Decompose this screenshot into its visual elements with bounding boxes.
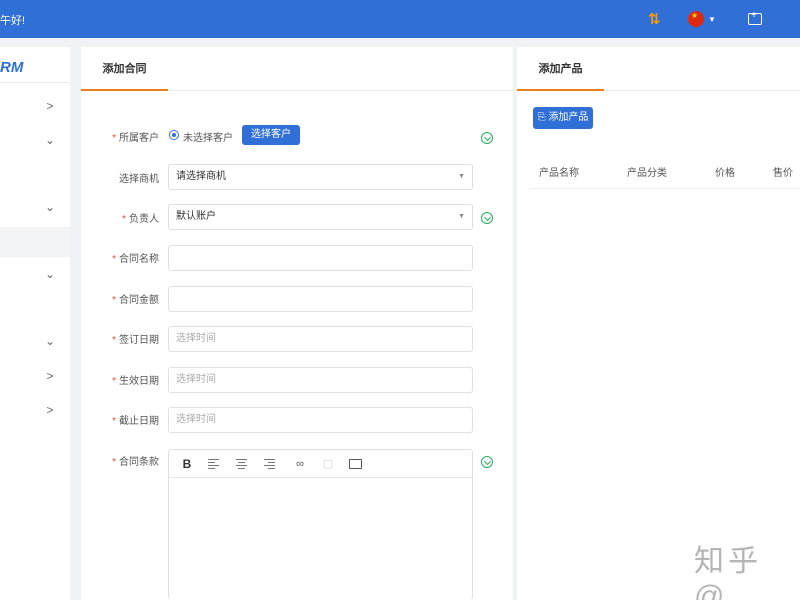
contract-terms-label: * 合同条款 — [112, 457, 159, 468]
column-header-product-name: 产品名称 — [539, 168, 579, 179]
export-button[interactable] — [748, 10, 762, 28]
chevron-down-icon[interactable]: ⌄ — [44, 334, 56, 348]
align-right-icon[interactable] — [264, 457, 278, 471]
sign-date-label: * 签订日期 — [112, 335, 159, 346]
editor-toolbar: B ∞ ▢ — [169, 450, 472, 478]
select-customer-button[interactable]: 选择客户 — [242, 125, 300, 145]
end-date-label: * 截止日期 — [112, 416, 159, 427]
greeting-text: 午好! — [0, 15, 26, 27]
chevron-right-icon[interactable]: > — [44, 403, 56, 417]
column-header-sale-price: 售价 — [773, 168, 793, 179]
app-logo: RM — [0, 59, 24, 76]
sidebar-item-active[interactable] — [0, 227, 70, 257]
opportunity-select[interactable]: 请选择商机 ▼ — [168, 164, 473, 190]
info-icon[interactable] — [481, 132, 493, 144]
align-center-icon[interactable] — [236, 457, 250, 471]
effective-date-picker[interactable]: 选择时间 — [168, 367, 473, 393]
owner-select[interactable]: 默认账户 ▼ — [168, 204, 473, 230]
refresh-icon[interactable]: ⇅ — [648, 10, 661, 28]
top-bar: 午好! ⇅ ▼ — [0, 0, 800, 38]
customer-radio[interactable] — [169, 130, 179, 140]
align-left-icon[interactable] — [208, 457, 222, 471]
owner-label: * 负责人 — [122, 214, 159, 225]
unlink-icon[interactable]: ▢ — [321, 457, 335, 471]
chevron-down-icon: ▼ — [458, 173, 465, 180]
tab-add-product[interactable]: 添加产品 — [517, 47, 604, 91]
sidebar: RM > ⌄ ⌄ ⌄ ⌄ > > — [0, 47, 70, 600]
info-icon[interactable] — [481, 212, 493, 224]
sidebar-divider — [0, 82, 70, 83]
contract-terms-editor[interactable]: B ∞ ▢ — [168, 449, 473, 600]
contract-amount-input[interactable] — [168, 286, 473, 312]
bold-icon[interactable]: B — [180, 457, 194, 471]
chevron-down-icon: ▼ — [708, 14, 716, 24]
watermark: 知乎 @ — [694, 545, 762, 600]
contract-amount-label: * 合同金额 — [112, 295, 159, 306]
chevron-down-icon[interactable]: ⌄ — [44, 200, 56, 214]
add-product-icon: ⎘ — [537, 112, 546, 123]
customer-radio-text: 未选择客户 — [183, 133, 233, 144]
table-header-divider — [529, 188, 800, 189]
china-flag-icon — [688, 11, 704, 27]
product-panel: 添加产品 ⎘ 添加产品 产品名称 产品分类 价格 售价 — [517, 47, 800, 600]
tab-add-contract[interactable]: 添加合同 — [81, 47, 168, 91]
contract-name-label: * 合同名称 — [112, 254, 159, 265]
info-icon[interactable] — [481, 456, 493, 468]
sign-date-picker[interactable]: 选择时间 — [168, 326, 473, 352]
chevron-down-icon[interactable]: ⌄ — [44, 133, 56, 147]
chevron-down-icon: ▼ — [458, 213, 465, 220]
chevron-down-icon[interactable]: ⌄ — [44, 267, 56, 281]
link-icon[interactable]: ∞ — [293, 457, 307, 471]
add-product-button[interactable]: ⎘ 添加产品 — [533, 107, 593, 129]
contract-name-input[interactable] — [168, 245, 473, 271]
customer-label: * 所属客户 — [112, 133, 159, 144]
chevron-right-icon[interactable]: > — [44, 99, 56, 113]
image-icon[interactable] — [349, 457, 363, 471]
chevron-right-icon[interactable]: > — [44, 369, 56, 383]
column-header-product-category: 产品分类 — [627, 168, 667, 179]
language-switcher[interactable]: ▼ — [688, 10, 716, 28]
opportunity-label: 选择商机 — [119, 174, 159, 185]
end-date-picker[interactable]: 选择时间 — [168, 407, 473, 433]
export-icon — [748, 10, 762, 25]
column-header-price: 价格 — [715, 168, 735, 179]
contract-form-panel: 添加合同 * 所属客户 未选择客户 选择客户 选择商机 请选择商机 ▼ * 负责人 默… — [81, 47, 513, 600]
effective-date-label: * 生效日期 — [112, 376, 159, 387]
